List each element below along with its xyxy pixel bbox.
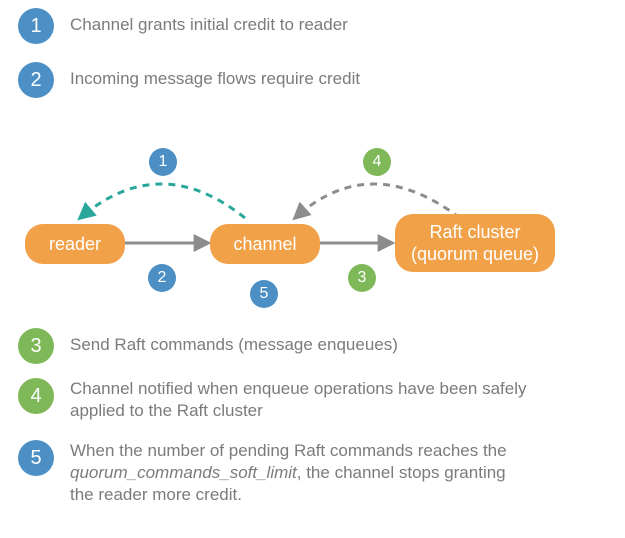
node-channel-label: channel [233,233,296,255]
legend-row-4: 4 Channel notified when enqueue operatio… [18,378,530,422]
legend-badge-1: 1 [18,8,54,44]
edge-4-cluster-to-channel [295,184,460,218]
node-reader: reader [25,224,125,264]
legend-text-5: When the number of pending Raft commands… [70,440,530,506]
diagram-badge-3: 3 [348,264,376,292]
node-reader-label: reader [49,233,101,255]
node-cluster: Raft cluster (quorum queue) [395,214,555,272]
legend-text-4: Channel notified when enqueue operations… [70,378,530,422]
legend-text-5a: When the number of pending Raft commands… [70,441,507,460]
legend-badge-5: 5 [18,440,54,476]
legend-badge-2: 2 [18,62,54,98]
legend-text-2: Incoming message flows require credit [70,62,360,90]
node-cluster-line1: Raft cluster [429,221,520,243]
diagram-badge-5: 5 [250,280,278,308]
legend-badge-3: 3 [18,328,54,364]
diagram-badge-4: 4 [363,148,391,176]
legend-badge-4: 4 [18,378,54,414]
legend-text-1: Channel grants initial credit to reader [70,8,348,36]
diagram-badge-1: 1 [149,148,177,176]
node-channel: channel [210,224,320,264]
legend-text-3: Send Raft commands (message enqueues) [70,328,398,356]
legend-row-5: 5 When the number of pending Raft comman… [18,440,530,506]
node-cluster-line2: (quorum queue) [411,243,539,265]
diagram-badge-2: 2 [148,264,176,292]
edge-1-channel-to-reader [80,184,245,218]
legend-row-1: 1 Channel grants initial credit to reade… [18,8,348,44]
legend-text-5-em: quorum_commands_soft_limit [70,463,297,482]
legend-row-3: 3 Send Raft commands (message enqueues) [18,328,398,364]
legend-row-2: 2 Incoming message flows require credit [18,62,360,98]
